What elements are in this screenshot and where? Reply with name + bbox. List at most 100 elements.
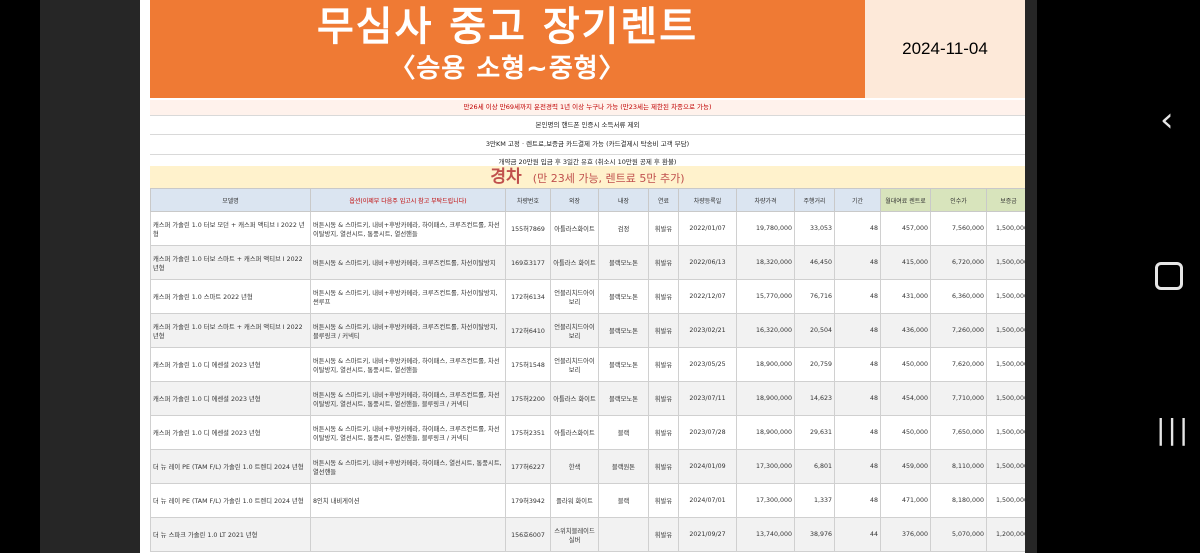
table-cell: 6,801 [794,449,835,484]
table-row: 캐스퍼 가솔린 1.0 터보 스마트 + 캐스퍼 액티브 I 2022 년형 버튼… [150,313,1025,348]
table-cell: 2023/07/28 [678,415,737,450]
table-cell: 언블리치드아이보리 [550,313,599,348]
table-cell [310,517,506,552]
table-cell: 431,000 [880,279,931,314]
table-cell: 169호3177 [505,245,551,280]
table-cell: 한색 [550,449,599,484]
table-cell: 44 [834,517,881,552]
table-cell: 1,500,000 [986,245,1025,280]
table-cell: 13,740,000 [736,517,795,552]
col-header: 내장 [598,188,649,212]
table-row: 캐스퍼 가솔린 1.0 터보 스마트 + 캐스퍼 액티브 I 2022 년형 버튼… [150,245,1025,280]
table-cell: 459,000 [880,449,931,484]
table-row: 캐스퍼 가솔린 1.0 스마트 2022 년형 버튼시동 & 스마트키, 내비+후… [150,279,1025,314]
note-documents: 본인명의 핸드폰 인증시 소득서류 제외 [150,116,1025,135]
table-cell: 2022/12/07 [678,279,737,314]
back-icon[interactable]: ‹ [1160,100,1174,140]
table-cell: 캐스퍼 가솔린 1.0 터보 스마트 + 캐스퍼 액티브 I 2022 년형 [150,313,311,348]
table-cell: 76,716 [794,279,835,314]
table-cell: 17,300,000 [736,483,795,518]
table-cell: 더 뉴 레이 PE (TAM F/L) 가솔린 1.0 트렌디 2024 년형 [150,483,311,518]
table-cell: 1,500,000 [986,483,1025,518]
table-cell: 블랙모노톤 [598,381,649,416]
table-cell: 6,720,000 [930,245,987,280]
table-cell: 1,500,000 [986,415,1025,450]
table-cell: 471,000 [880,483,931,518]
col-header: 기간 [834,188,881,212]
table-cell: 블랙 [598,483,649,518]
table-cell: 48 [834,211,881,246]
table-cell: 18,320,000 [736,245,795,280]
table-cell: 휘발유 [648,449,679,484]
table-cell: 175허2351 [505,415,551,450]
table-cell: 1,500,000 [986,381,1025,416]
table-cell: 버튼시동 & 스마트키, 내비+후방카메라, 크루즈컨트롤, 차선이탈방지 [310,245,506,280]
table-cell: 버튼시동 & 스마트키, 내비+후방카메라, 하이패스, 크루즈컨트롤, 차선이… [310,415,506,450]
table-cell: 2023/05/25 [678,347,737,382]
table-cell: 휘발유 [648,415,679,450]
table-cell: 플라워 화이트 [550,483,599,518]
table-cell: 454,000 [880,381,931,416]
table-cell: 캐스퍼 가솔린 1.0 터보 스마트 + 캐스퍼 액티브 I 2022 년형 [150,245,311,280]
banner-subtitle: 〈승용 소형~중형〉 [389,54,626,84]
table-cell: 376,000 [880,517,931,552]
col-header: 보증금 [986,188,1025,212]
table-cell: 1,500,000 [986,211,1025,246]
table-cell: 46,450 [794,245,835,280]
note-age: 만26세 이상 만69세까지 운전경력 1년 이상 누구나 가능 (만23세는 … [150,100,1025,116]
table-cell: 1,337 [794,483,835,518]
recent-apps-icon[interactable]: ||| [1156,413,1190,446]
spreadsheet-image: 무심사 중고 장기렌트 〈승용 소형~중형〉 2024-11-04 만26세 이… [140,0,1025,553]
table-row: 캐스퍼 가솔린 1.0 디 에센셜 2023 년형 버튼시동 & 스마트키, 내비… [150,415,1025,450]
table-cell: 버튼시동 & 스마트키, 내비+후방카메라, 하이패스, 열선시트, 통풍시트,… [310,449,506,484]
table-cell: 버튼시동 & 스마트키, 내비+후방카메라, 크루즈컨트롤, 차선이탈방지, 블… [310,313,506,348]
table-cell: 휘발유 [648,245,679,280]
table-cell: 언블리치드아이보리 [550,279,599,314]
table-cell: 48 [834,449,881,484]
table-cell: 20,759 [794,347,835,382]
table-cell: 캐스퍼 가솔린 1.0 디 에센셜 2023 년형 [150,381,311,416]
table-header-row: 모델명 옵션(이제부 다음주 입고시 참고 부탁드립니다) 차량번호 외장 내장… [150,188,1025,212]
left-screen-border [0,0,40,553]
table-cell: 48 [834,313,881,348]
table-cell: 436,000 [880,313,931,348]
col-header: 연료 [648,188,679,212]
banner-title: 무심사 중고 장기렌트 [316,4,699,50]
table-cell: 스위치블레이드실버 [550,517,599,552]
table-cell: 18,900,000 [736,415,795,450]
table-cell: 5,070,000 [930,517,987,552]
table-cell: 버튼시동 & 스마트키, 내비+후방카메라, 하이패스, 크루즈컨트롤, 차선이… [310,211,506,246]
table-cell: 48 [834,347,881,382]
table-cell: 2022/01/07 [678,211,737,246]
table-cell: 48 [834,415,881,450]
table-cell: 7,560,000 [930,211,987,246]
table-cell: 1,500,000 [986,313,1025,348]
table-cell: 아틀라스 화이트 [550,381,599,416]
table-cell: 1,500,000 [986,449,1025,484]
table-cell: 156호6007 [505,517,551,552]
table-cell: 8,180,000 [930,483,987,518]
section-title: 경차 [490,167,522,187]
table-cell: 8인치 내비게이션 [310,483,506,518]
table-cell: 415,000 [880,245,931,280]
table-cell: 휘발유 [648,211,679,246]
table-cell: 휘발유 [648,483,679,518]
table-cell: 177허6227 [505,449,551,484]
title-banner: 무심사 중고 장기렌트 〈승용 소형~중형〉 [150,0,865,98]
table-cell: 1,200,000 [986,517,1025,552]
table-cell: 캐스퍼 가솔린 1.0 디 에센셜 2023 년형 [150,347,311,382]
table-cell: 450,000 [880,415,931,450]
table-cell: 휘발유 [648,347,679,382]
table-cell: 7,260,000 [930,313,987,348]
viewer-gutter-left [40,0,140,553]
table-cell: 172허6134 [505,279,551,314]
col-header: 주행거리 [794,188,835,212]
col-header: 차량등록일 [678,188,737,212]
home-icon[interactable] [1155,262,1183,290]
table-cell: 19,780,000 [736,211,795,246]
table-cell: 48 [834,381,881,416]
table-cell: 175허1548 [505,347,551,382]
table-cell: 7,650,000 [930,415,987,450]
table-cell: 캐스퍼 가솔린 1.0 디 에센셜 2023 년형 [150,415,311,450]
section-header: 경차 (만 23세 가능, 렌트료 5만 추가) [150,166,1025,188]
